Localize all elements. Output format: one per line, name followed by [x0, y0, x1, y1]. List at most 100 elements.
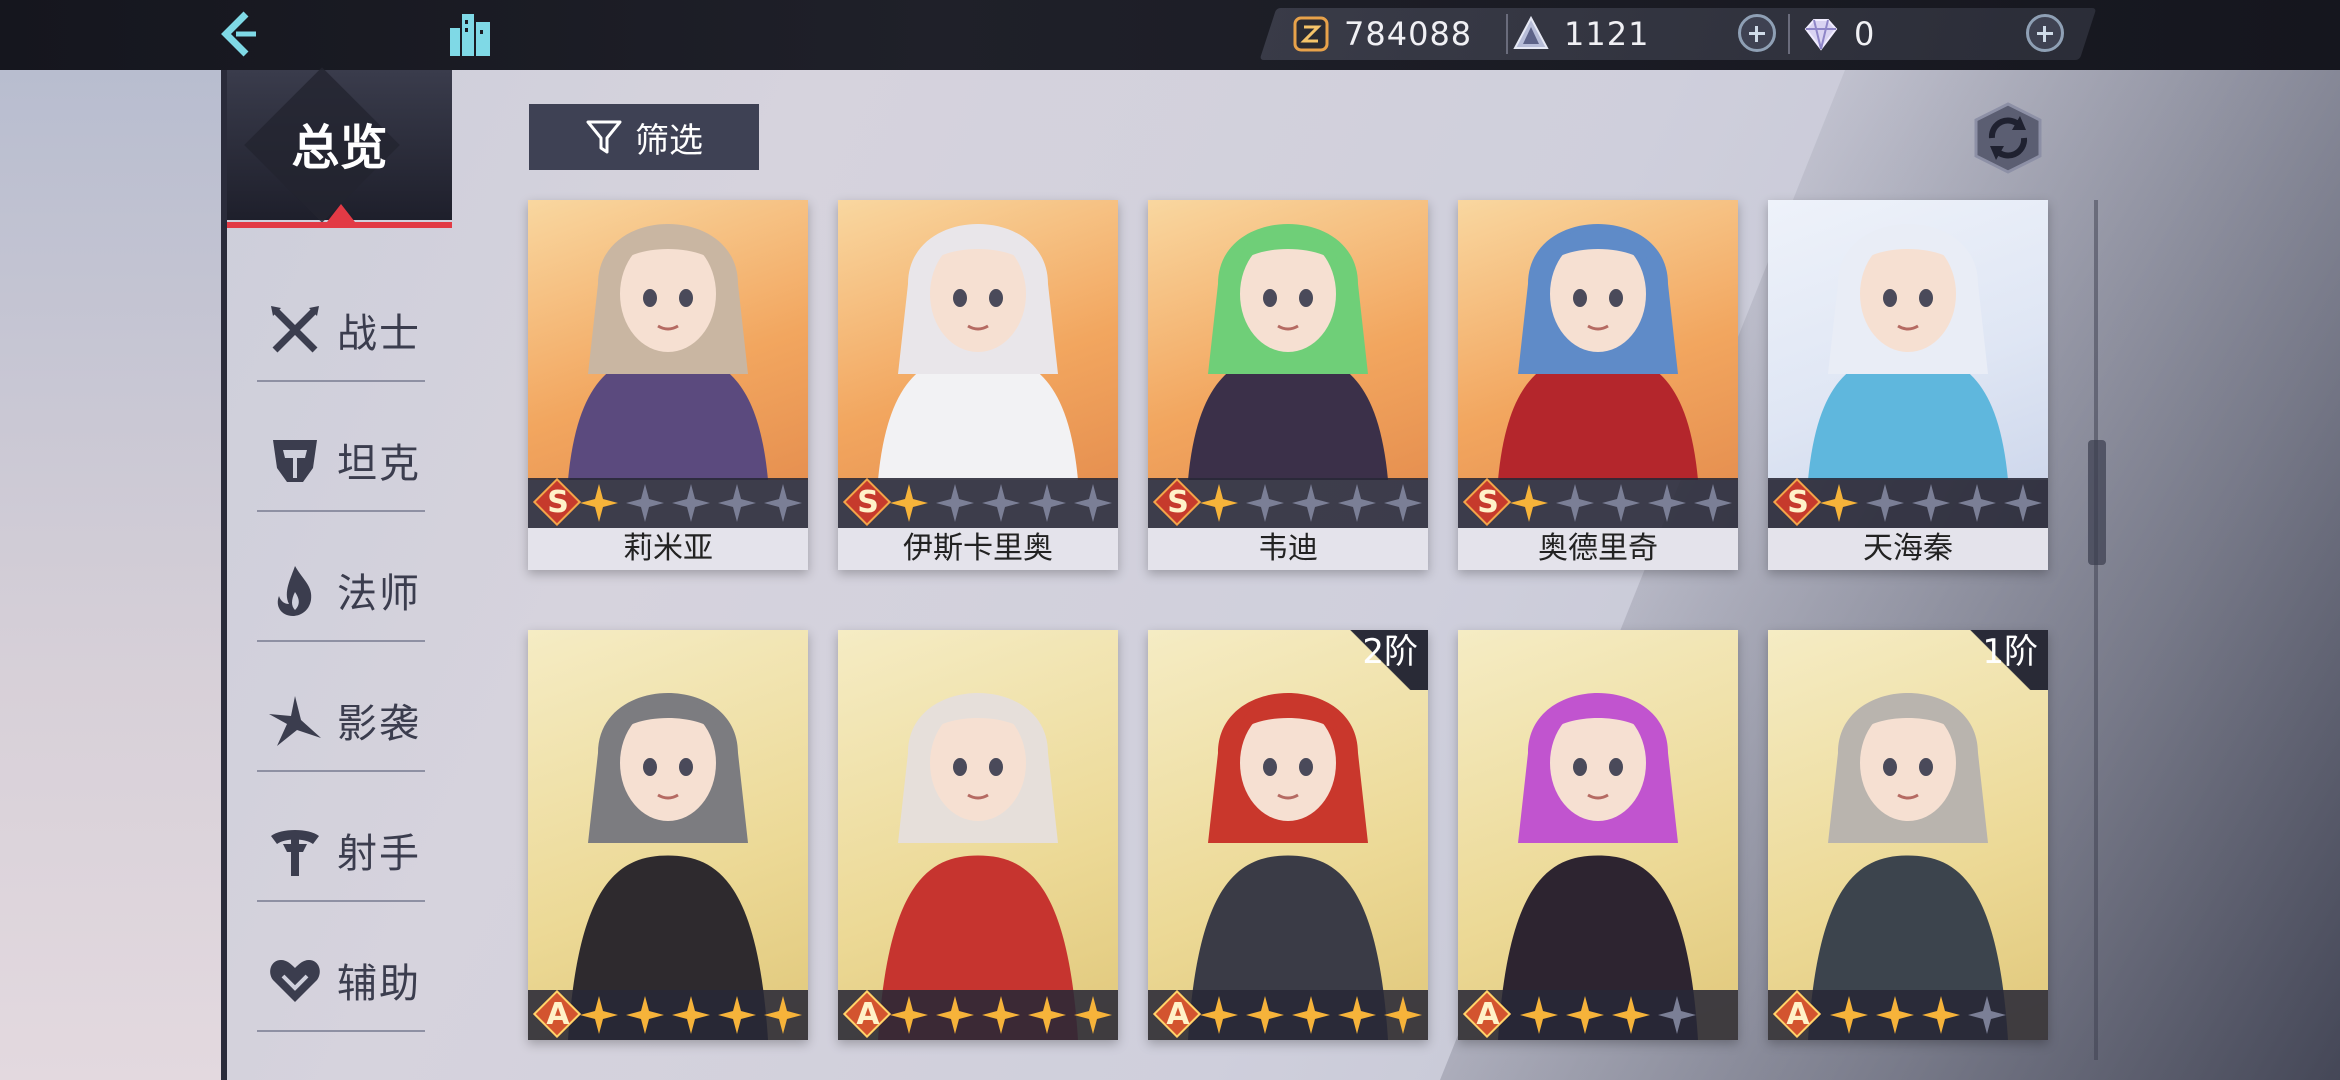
sidebar-item-label: 射手 [337, 831, 421, 877]
star-empty-icon [672, 484, 710, 522]
rarity-bar: A [528, 989, 808, 1040]
left-background [0, 70, 225, 1080]
active-tab-pointer [327, 204, 355, 222]
star-filled-icon [1338, 996, 1376, 1034]
star-empty-icon [1246, 484, 1284, 522]
star-filled-icon [1876, 996, 1914, 1034]
sidebar-item-label: 辅助 [337, 961, 421, 1007]
refresh-icon[interactable] [1970, 100, 2046, 176]
star-empty-icon [1602, 484, 1640, 522]
star-filled-icon [1200, 996, 1238, 1034]
sidebar-item-tank[interactable]: 坦克 [257, 410, 425, 512]
star-empty-icon [1292, 484, 1330, 522]
add-stamina-button[interactable] [1738, 14, 1776, 52]
shadow-blade-icon [267, 692, 323, 748]
star-filled-icon [1566, 996, 1604, 1034]
star-rating [1198, 994, 1428, 1036]
sidebar-item-support[interactable]: 辅助 [257, 930, 425, 1032]
hero-portrait-figure [878, 693, 1078, 1040]
star-empty-icon [626, 484, 664, 522]
hero-portrait-figure [1808, 693, 2008, 1040]
star-rating [888, 994, 1118, 1036]
rarity-badge: A [532, 989, 582, 1039]
resource-separator [1788, 14, 1790, 54]
hero-card[interactable]: S 天海秦 [1768, 200, 2048, 570]
hero-card[interactable]: S 奥德里奇 [1458, 200, 1738, 570]
sidebar-item-label: 法师 [337, 571, 421, 617]
rarity-badge: A [842, 989, 892, 1039]
star-rating [1828, 994, 2012, 1036]
star-empty-icon [764, 484, 802, 522]
hero-portrait [1148, 200, 1428, 480]
rarity-bar: S [838, 477, 1118, 528]
scroll-track [2094, 200, 2098, 1060]
rarity-badge: S [1462, 477, 1512, 527]
stamina-crystal-icon [1512, 15, 1550, 53]
hero-card[interactable]: A [528, 630, 808, 1040]
crossed-swords-icon [267, 302, 323, 358]
hero-portrait [1768, 630, 2048, 1040]
hero-card[interactable]: A [1458, 630, 1738, 1040]
star-empty-icon [1912, 484, 1950, 522]
diamond-value: 0 [1854, 15, 1876, 53]
hero-card[interactable]: 1阶 A [1768, 630, 2048, 1040]
hero-card[interactable]: S 莉米亚 [528, 200, 808, 570]
back-arrow-icon[interactable] [212, 6, 268, 62]
hero-portrait [1768, 200, 2048, 480]
hero-name: 奥德里奇 [1458, 528, 1738, 570]
star-empty-icon [1866, 484, 1904, 522]
star-empty-icon [1556, 484, 1594, 522]
scrollbar-thumb[interactable] [2088, 440, 2106, 565]
star-filled-icon [890, 484, 928, 522]
diamond-icon [1802, 15, 1840, 53]
rarity-bar: A [1768, 989, 2048, 1040]
star-empty-icon [1074, 484, 1112, 522]
sidebar-item-warrior[interactable]: 战士 [257, 280, 425, 382]
hero-card[interactable]: S 伊斯卡里奥 [838, 200, 1118, 570]
star-filled-icon [1820, 484, 1858, 522]
star-filled-icon [1074, 996, 1112, 1034]
star-filled-icon [890, 996, 928, 1034]
sidebar-item-marksman[interactable]: 射手 [257, 800, 425, 902]
hero-card[interactable]: 2阶 A [1148, 630, 1428, 1040]
hero-card[interactable]: A [838, 630, 1118, 1040]
filter-button[interactable]: 筛选 [529, 104, 759, 170]
sidebar-item-label: 战士 [337, 311, 421, 357]
rarity-bar: S [1148, 477, 1428, 528]
star-filled-icon [580, 484, 618, 522]
add-diamond-button[interactable] [2026, 14, 2064, 52]
rarity-bar: S [528, 477, 808, 528]
star-filled-icon [1510, 484, 1548, 522]
hero-name: 韦迪 [1148, 528, 1428, 570]
rank-tag: 2阶 [1348, 630, 1428, 690]
star-filled-icon [764, 996, 802, 1034]
star-filled-icon [982, 996, 1020, 1034]
star-empty-icon [1338, 484, 1376, 522]
tab-overview[interactable]: 总览 [227, 67, 452, 228]
sidebar-item-label: 坦克 [337, 441, 421, 487]
funnel-icon [585, 118, 623, 156]
tab-overview-label: 总览 [291, 120, 388, 176]
home-city-icon[interactable] [442, 6, 498, 62]
stamina-value: 1121 [1564, 15, 1650, 53]
hero-portrait-figure [1808, 224, 2008, 480]
hero-portrait [1458, 200, 1738, 480]
sidebar-item-assassin[interactable]: 影袭 [257, 670, 425, 772]
star-empty-icon [1958, 484, 1996, 522]
hero-name: 莉米亚 [528, 528, 808, 570]
star-filled-icon [1612, 996, 1650, 1034]
star-rating [888, 482, 1118, 524]
filter-label: 筛选 [635, 120, 703, 161]
hero-portrait-figure [1188, 224, 1388, 480]
star-empty-icon [982, 484, 1020, 522]
sidebar-item-mage[interactable]: 法师 [257, 540, 425, 642]
star-empty-icon [2004, 484, 2042, 522]
hero-card[interactable]: S 韦迪 [1148, 200, 1428, 570]
star-empty-icon [1384, 484, 1422, 522]
sidebar-item-label: 影袭 [337, 701, 421, 747]
star-filled-icon [1384, 996, 1422, 1034]
rarity-bar: A [838, 989, 1118, 1040]
star-empty-icon [1658, 996, 1696, 1034]
helmet-icon [267, 432, 323, 488]
hero-portrait [838, 200, 1118, 480]
